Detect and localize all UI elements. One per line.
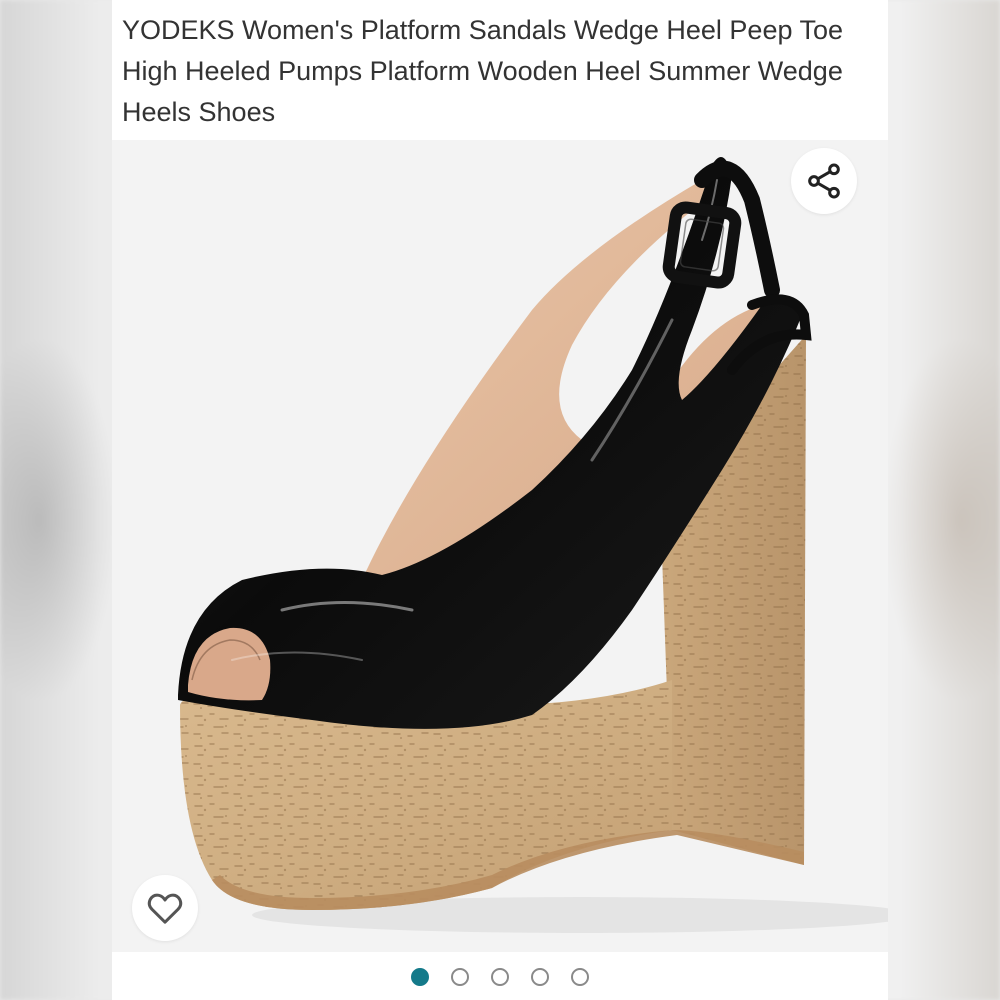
gallery-pagination bbox=[112, 962, 888, 992]
share-icon bbox=[808, 163, 840, 199]
gallery-dot-1[interactable] bbox=[411, 968, 429, 986]
product-image-gallery[interactable] bbox=[112, 140, 888, 952]
wishlist-button[interactable] bbox=[132, 875, 198, 941]
gallery-dot-2[interactable] bbox=[451, 968, 469, 986]
product-image bbox=[178, 157, 888, 933]
gallery-dot-4[interactable] bbox=[531, 968, 549, 986]
share-button[interactable] bbox=[791, 148, 857, 214]
gallery-dot-5[interactable] bbox=[571, 968, 589, 986]
product-title: YODEKS Women's Platform Sandals Wedge He… bbox=[122, 15, 844, 127]
gallery-dot-3[interactable] bbox=[491, 968, 509, 986]
product-page: YODEKS Women's Platform Sandals Wedge He… bbox=[112, 0, 888, 1000]
heart-icon bbox=[147, 893, 183, 924]
